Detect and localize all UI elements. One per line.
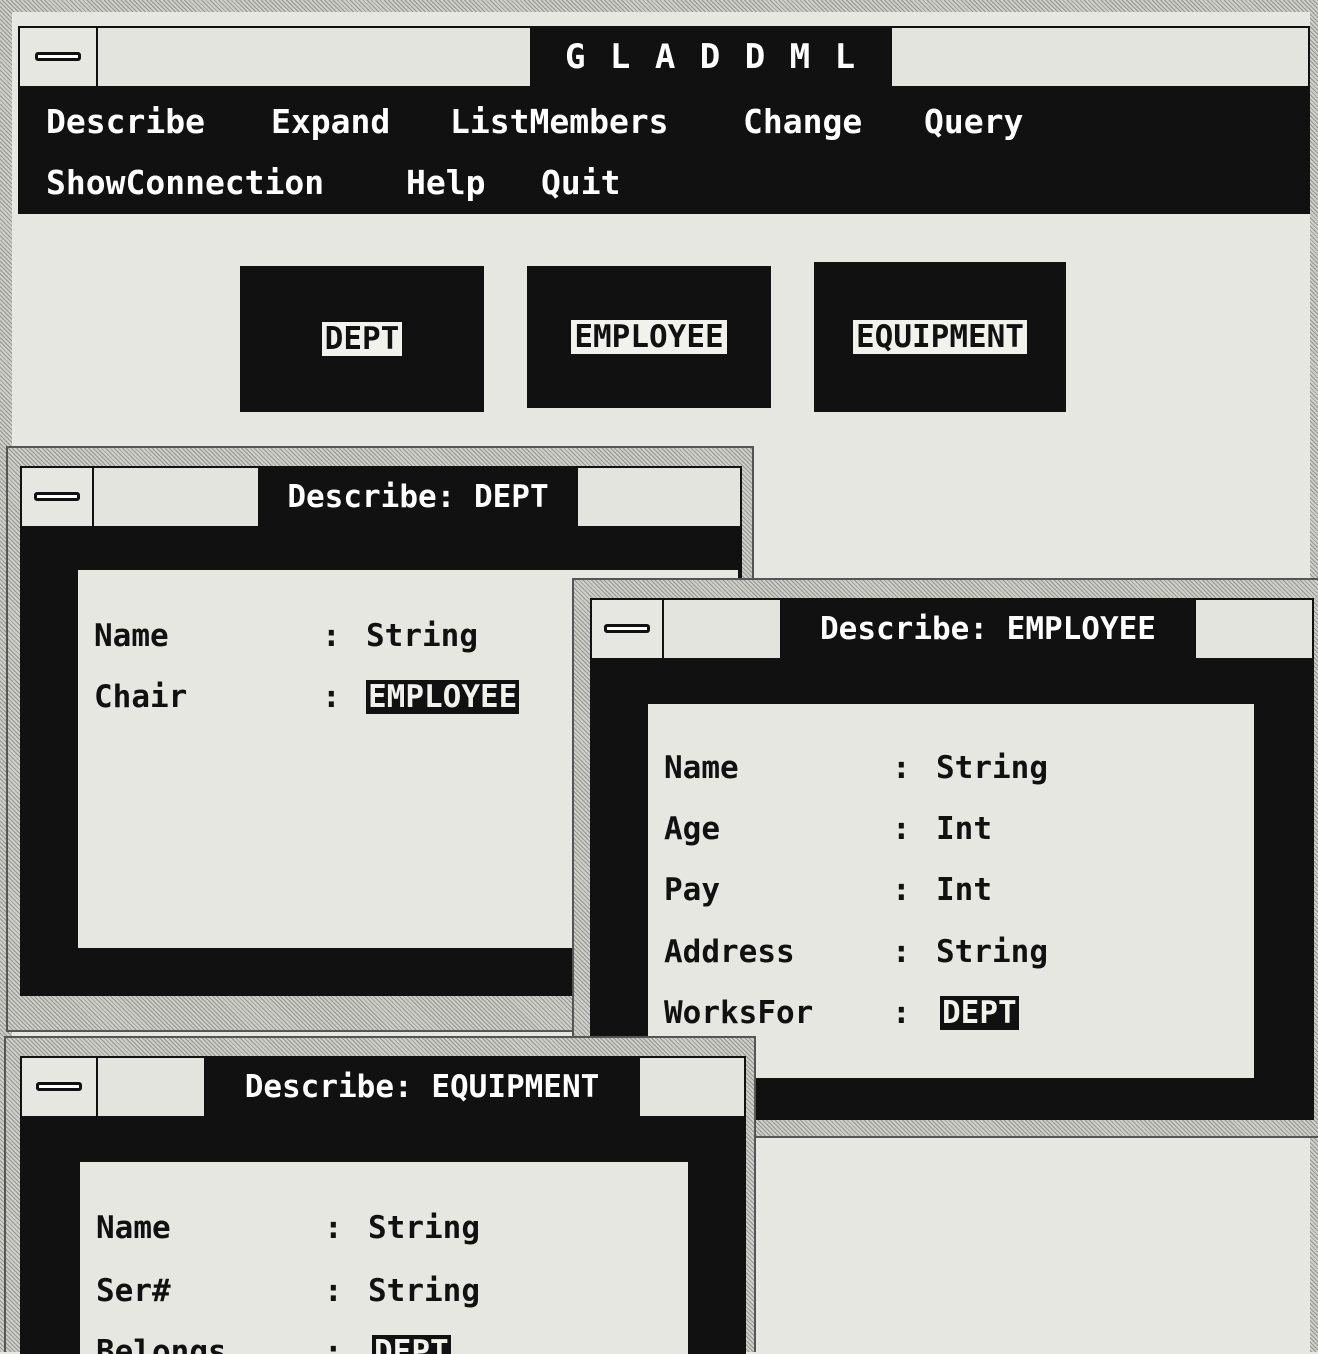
attribute-colon: : [322,679,341,715]
attribute-name: Pay [664,872,720,908]
attribute-colon: : [324,1273,343,1309]
attribute-type-link[interactable]: DEPT [940,996,1019,1030]
describe-employee-content: Name : String Age : Int Pay : Int Addres… [648,704,1254,1078]
attribute-name: Name [96,1210,171,1246]
describe-equipment-title-bar[interactable]: Describe: EQUIPMENT [20,1056,746,1118]
menu-help[interactable]: Help [406,163,485,203]
attribute-name: Address [664,934,795,970]
attribute-type-link[interactable]: EMPLOYEE [366,680,520,714]
attribute-name: Belongs [96,1334,227,1354]
attribute-type: String [936,750,1048,786]
describe-employee-title-bar[interactable]: Describe: EMPLOYEE [590,598,1314,660]
system-menu-icon [604,624,650,633]
describe-equipment-content: Name : String Ser# : String Belongs : DE… [80,1162,688,1354]
attribute-type-link[interactable]: DEPT [372,1335,451,1354]
describe-equipment-system-menu[interactable] [22,1058,98,1116]
menu-describe[interactable]: Describe [46,102,205,142]
main-window-title: G L A D D M L [530,28,892,86]
menu-query[interactable]: Query [924,102,1023,142]
menu-change[interactable]: Change [743,102,862,142]
menu-expand[interactable]: Expand [271,102,390,142]
describe-equipment-window: Describe: EQUIPMENT Name : String Ser# :… [4,1036,756,1354]
describe-dept-system-menu[interactable] [22,468,94,526]
attribute-colon: : [892,811,911,847]
menu-bar: Describe Expand ListMembers Change Query… [18,88,1310,214]
system-menu-icon [36,1082,82,1091]
entity-dept[interactable]: DEPT [240,266,484,412]
attribute-colon: : [324,1210,343,1246]
attribute-type: String [936,934,1048,970]
entity-employee-label: EMPLOYEE [571,320,727,354]
entity-equipment-label: EQUIPMENT [853,320,1027,354]
attribute-colon: : [892,750,911,786]
describe-dept-title: Describe: DEPT [258,468,578,526]
system-menu-icon [35,52,81,61]
attribute-colon: : [892,995,911,1031]
menu-quit[interactable]: Quit [541,163,620,203]
menu-list-members[interactable]: ListMembers [450,102,669,142]
attribute-colon: : [324,1334,343,1354]
main-title-bar[interactable]: G L A D D M L [18,26,1310,88]
entity-dept-label: DEPT [321,322,403,356]
attribute-colon: : [892,872,911,908]
describe-dept-title-bar[interactable]: Describe: DEPT [20,466,742,528]
entity-employee[interactable]: EMPLOYEE [527,266,771,408]
attribute-type: Int [936,872,992,908]
system-menu-button[interactable] [20,28,98,86]
attribute-name: WorksFor [664,995,814,1031]
attribute-colon: : [892,934,911,970]
describe-equipment-title: Describe: EQUIPMENT [204,1058,640,1116]
attribute-name: Chair [94,679,188,715]
attribute-name: Name [664,750,739,786]
attribute-name: Age [664,811,720,847]
attribute-type: Int [936,811,992,847]
attribute-colon: : [322,618,341,654]
system-menu-icon [34,492,80,501]
describe-employee-system-menu[interactable] [592,600,664,658]
menu-show-connection[interactable]: ShowConnection [46,163,324,203]
attribute-type: String [366,618,478,654]
attribute-type: String [368,1210,480,1246]
attribute-type: String [368,1273,480,1309]
entity-equipment[interactable]: EQUIPMENT [814,262,1066,412]
attribute-name: Name [94,618,169,654]
attribute-name: Ser# [96,1273,171,1309]
describe-employee-title: Describe: EMPLOYEE [780,600,1196,658]
